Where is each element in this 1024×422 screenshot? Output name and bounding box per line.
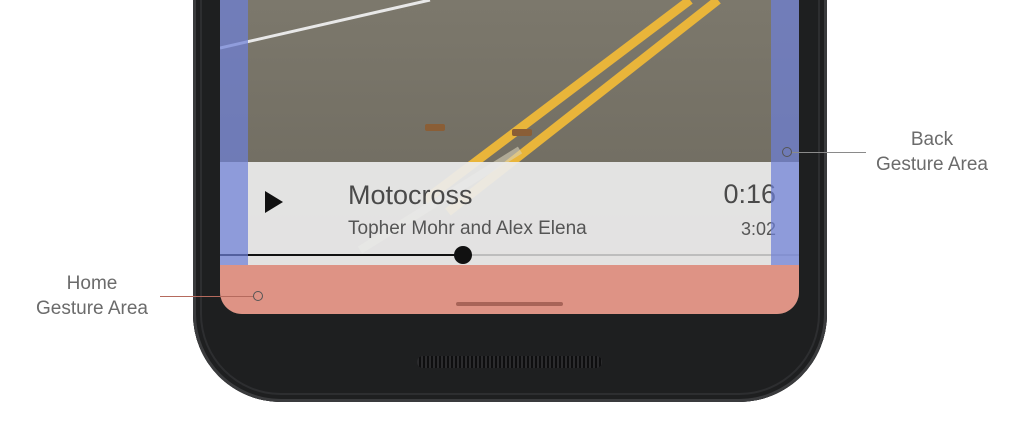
back-annotation-dot <box>782 147 792 157</box>
track-artist: Topher Mohr and Alex Elena <box>348 218 587 239</box>
back-gesture-area-right[interactable] <box>771 0 799 265</box>
home-label-line1: Home <box>66 273 118 294</box>
home-annotation-line <box>160 296 254 297</box>
phone-speaker-grille <box>417 356 602 368</box>
home-gesture-handle[interactable] <box>456 302 563 306</box>
back-annotation-line <box>791 152 866 153</box>
back-label-line1: Back <box>910 129 954 150</box>
track-title: Motocross <box>348 180 473 210</box>
back-gesture-label: Back Gesture Area <box>862 127 1002 177</box>
home-annotation-dot <box>253 291 263 301</box>
seekbar-progress <box>220 254 463 256</box>
play-icon[interactable] <box>265 191 283 213</box>
home-gesture-label: Home Gesture Area <box>22 271 162 321</box>
back-gesture-area-left[interactable] <box>220 0 248 265</box>
elapsed-time: 0:16 <box>723 179 776 209</box>
home-gesture-area[interactable] <box>220 265 799 314</box>
media-notification[interactable]: Motocross Topher Mohr and Alex Elena 0:1… <box>220 162 799 265</box>
home-label-line2: Gesture Area <box>36 298 148 319</box>
back-label-line2: Gesture Area <box>876 154 988 175</box>
phone-screen: Motocross Topher Mohr and Alex Elena 0:1… <box>220 0 799 314</box>
seekbar-thumb[interactable] <box>454 246 472 264</box>
